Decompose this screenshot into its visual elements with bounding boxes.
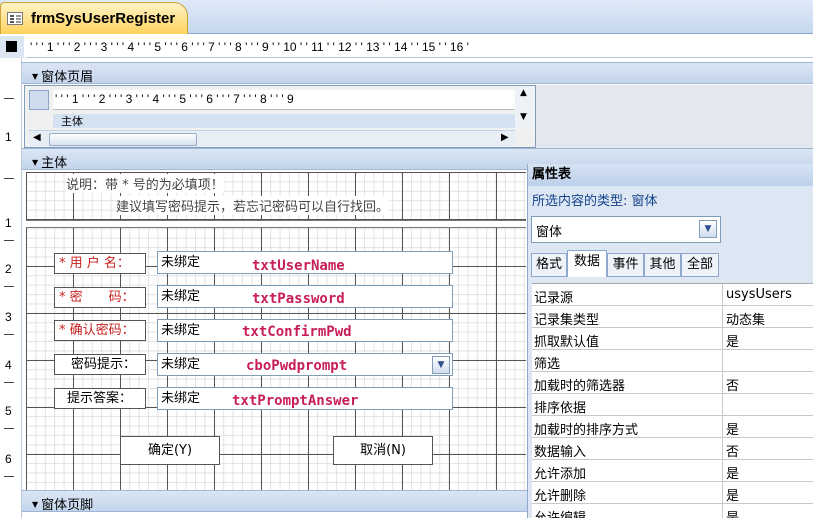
textbox-username-value: 未绑定 [161, 255, 201, 270]
property-key: 抓取默认值 [534, 335, 600, 350]
tab-data[interactable]: 数据 [567, 250, 607, 277]
note-required[interactable]: 说明：带 * 号的为必填项！ [66, 174, 224, 193]
detail-label: 主体 [32, 152, 67, 171]
horizontal-ruler-marks: ' ' ' 1 ' ' ' 2 ' ' ' 3 ' ' ' 4 ' ' ' 5 … [30, 40, 469, 54]
property-row[interactable]: 筛选 [532, 350, 813, 372]
document-title: frmSysUserRegister [31, 10, 176, 27]
horizontal-ruler[interactable]: ' ' ' 1 ' ' ' 2 ' ' ' 3 ' ' ' 4 ' ' ' 5 … [26, 36, 813, 58]
chevron-down-icon[interactable]: ▼ [699, 220, 717, 238]
property-key: 记录源 [534, 291, 574, 306]
property-row[interactable]: 允许删除 是 [532, 482, 813, 504]
tab-format[interactable]: 格式 [531, 253, 567, 277]
textbox-password-value: 未绑定 [161, 289, 201, 304]
label-username[interactable]: * 用 户 名： [54, 253, 146, 274]
property-row[interactable]: 排序依据 [532, 394, 813, 416]
property-value[interactable]: 是 [726, 419, 739, 438]
property-value[interactable]: 是 [726, 463, 739, 482]
property-value[interactable]: 是 [726, 507, 739, 518]
property-value[interactable]: 否 [726, 441, 739, 460]
tab-other[interactable]: 其他 [644, 253, 681, 277]
label-confirm-password[interactable]: * 确认密码： [54, 320, 146, 341]
textbox-prompt-answer-value: 未绑定 [161, 391, 201, 406]
property-key: 排序依据 [534, 401, 587, 416]
ok-button[interactable]: 确定(Y) [120, 436, 220, 465]
property-row[interactable]: 记录集类型 动态集 [532, 306, 813, 328]
scroll-up-icon[interactable]: ▲ [520, 88, 527, 98]
tab-all[interactable]: 全部 [681, 253, 719, 277]
control-name-prompt-answer: txtPromptAnswer [232, 393, 359, 409]
form-icon [7, 12, 23, 25]
property-value[interactable]: 否 [726, 375, 739, 394]
form-header-band[interactable]: 窗体页眉 [22, 62, 813, 85]
property-row[interactable]: 允许编辑 是 [532, 504, 813, 518]
tab-event[interactable]: 事件 [607, 253, 644, 277]
property-row[interactable]: 允许添加 是 [532, 460, 813, 482]
vertical-ruler-mark: 3 [5, 310, 12, 324]
property-row[interactable]: 加载时的排序方式 是 [532, 416, 813, 438]
property-key: 筛选 [534, 357, 561, 372]
form-selector[interactable] [0, 36, 24, 58]
note-frame-line [26, 220, 526, 228]
property-key: 加载时的筛选器 [534, 379, 626, 394]
scroll-down-icon[interactable]: ▼ [520, 112, 527, 122]
property-key: 允许删除 [534, 489, 587, 504]
property-row[interactable]: 数据输入 否 [532, 438, 813, 460]
property-row[interactable]: 抓取默认值 是 [532, 328, 813, 350]
subform-vertical-scrollbar[interactable]: ▲ ▼ [515, 86, 535, 130]
chevron-down-icon[interactable]: ▼ [432, 356, 450, 374]
property-value[interactable]: 是 [726, 485, 739, 504]
label-password[interactable]: * 密 码： [54, 287, 146, 308]
scroll-left-icon[interactable]: ◀ [33, 132, 41, 143]
vertical-ruler-mark: 1 [5, 130, 12, 144]
property-value[interactable]: 动态集 [726, 309, 765, 328]
form-footer-label: 窗体页脚 [32, 494, 93, 513]
control-name-password: txtPassword [252, 291, 345, 307]
scroll-right-icon[interactable]: ▶ [501, 132, 509, 143]
subform-selector[interactable] [29, 90, 49, 110]
control-name-password-prompt: cboPwdprompt [246, 358, 348, 374]
form-header-label: 窗体页眉 [32, 66, 93, 85]
vertical-ruler-mark: 4 [5, 358, 12, 372]
header-empty-area [536, 85, 813, 148]
subform-band-label: 主体 [61, 115, 83, 128]
subform-ruler: ' ' ' 1 ' ' ' 2 ' ' ' 3 ' ' ' 4 ' ' ' 5 … [53, 90, 515, 110]
property-row[interactable]: 记录源 usysUsers [532, 284, 813, 306]
property-key: 数据输入 [534, 445, 587, 460]
object-selector-value: 窗体 [536, 225, 563, 240]
combobox-password-prompt-value: 未绑定 [161, 357, 201, 372]
label-prompt-answer[interactable]: 提示答案： [54, 388, 146, 409]
cancel-button[interactable]: 取消(N) [333, 436, 433, 465]
property-key: 加载时的排序方式 [534, 423, 639, 438]
selection-type-label: 所选内容的类型: 窗体 [532, 194, 658, 209]
property-row[interactable]: 加载时的筛选器 否 [532, 372, 813, 394]
property-key: 允许添加 [534, 467, 587, 482]
scroll-thumb[interactable] [49, 133, 197, 146]
subform-ruler-marks: ' ' ' 1 ' ' ' 2 ' ' ' 3 ' ' ' 4 ' ' ' 5 … [55, 92, 294, 106]
label-password-prompt[interactable]: 密码提示： [54, 354, 146, 375]
note-password-hint[interactable]: 建议填写密码提示，若忘记密码可以自行找回。 [116, 196, 390, 215]
document-tab[interactable]: frmSysUserRegister [0, 2, 188, 34]
property-value[interactable]: usysUsers [726, 287, 792, 302]
property-sheet-title: 属性表 [528, 164, 813, 186]
form-footer-band[interactable]: 窗体页脚 [22, 490, 527, 513]
property-key: 允许编辑 [534, 507, 586, 518]
property-key: 记录集类型 [534, 313, 600, 328]
control-name-confirm-password: txtConfirmPwd [242, 324, 352, 340]
vertical-ruler-mark: 1 [5, 216, 12, 230]
subform-control[interactable]: ' ' ' 1 ' ' ' 2 ' ' ' 3 ' ' ' 4 ' ' ' 5 … [24, 85, 536, 148]
subform-horizontal-scrollbar[interactable]: ◀ ▶ [29, 130, 515, 147]
property-value[interactable]: 是 [726, 331, 739, 350]
vertical-ruler-mark: 2 [5, 262, 12, 276]
vertical-ruler[interactable]: 1 1 2 3 4 5 6 [0, 58, 22, 518]
vertical-ruler-mark: 6 [5, 452, 12, 466]
vertical-ruler-mark: 5 [5, 404, 12, 418]
property-table: 记录源 usysUsers 记录集类型 动态集 抓取默认值是 筛选 加载时的筛选器否… [532, 283, 813, 518]
object-selector-combo[interactable]: 窗体 ▼ [531, 216, 721, 243]
subform-detail-band: 主体 [53, 114, 515, 128]
textbox-confirm-password-value: 未绑定 [161, 323, 201, 338]
control-name-username: txtUserName [252, 258, 345, 274]
